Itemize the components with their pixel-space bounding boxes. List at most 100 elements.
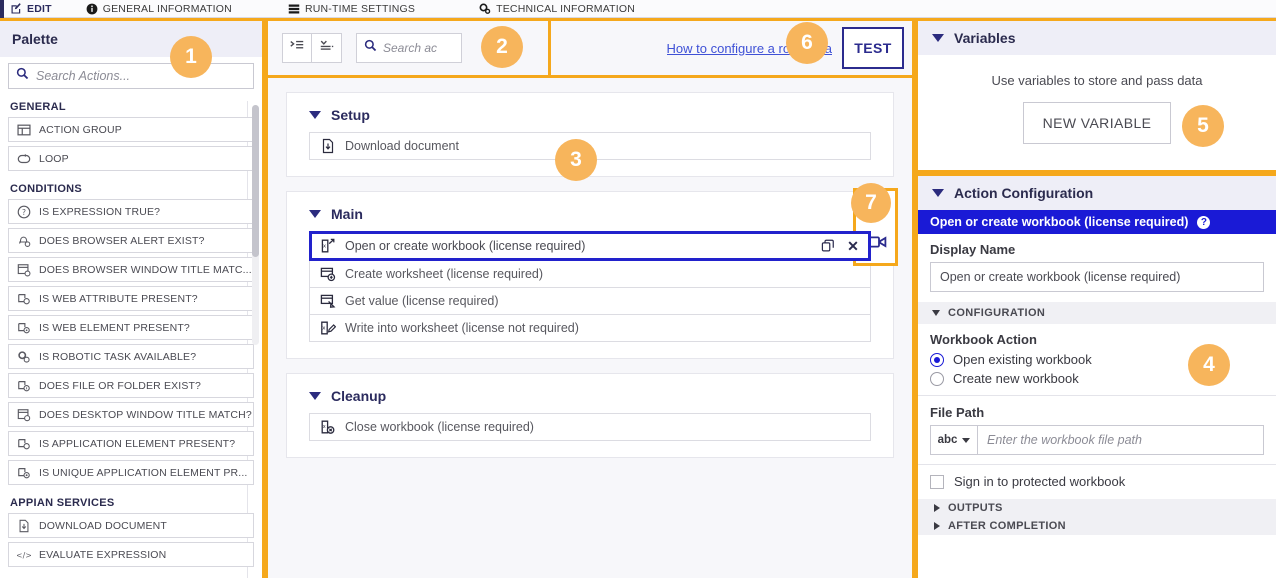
configuration-subsection-header[interactable]: CONFIGURATION — [918, 302, 1276, 324]
signin-protected-workbook-checkbox-row[interactable]: Sign in to protected workbook — [930, 474, 1264, 489]
nav-tab-technical-information[interactable]: TECHNICAL INFORMATION — [473, 0, 641, 18]
file-path-placeholder: Enter the workbook file path — [987, 433, 1142, 447]
expand-all-icon — [289, 38, 305, 59]
radio-button-selected-icon[interactable] — [930, 353, 944, 367]
caret-down-icon[interactable] — [932, 189, 944, 197]
nav-tab-general-information-label: GENERAL INFORMATION — [103, 3, 232, 15]
selected-action-name: Open or create workbook (license require… — [930, 215, 1188, 229]
palette-item-is-robotic-task-available[interactable]: IS ROBOTIC TASK AVAILABLE? — [8, 344, 254, 369]
nav-tab-general-information[interactable]: GENERAL INFORMATION — [80, 0, 238, 18]
signin-checkbox-label: Sign in to protected workbook — [954, 474, 1125, 489]
worksheet-write-icon: x — [320, 320, 336, 336]
action-row-write-into-worksheet[interactable]: x Write into worksheet (license not requ… — [309, 314, 871, 342]
palette-item-does-browser-window-title-match[interactable]: DOES BROWSER WINDOW TITLE MATC... — [8, 257, 254, 282]
caret-right-icon[interactable] — [934, 504, 940, 512]
search-icon — [364, 39, 377, 57]
caret-right-icon[interactable] — [934, 522, 940, 530]
caret-down-icon[interactable] — [932, 34, 944, 42]
checkbox-icon[interactable] — [930, 475, 944, 489]
after-completion-section-header[interactable]: AFTER COMPLETION — [918, 517, 1276, 535]
new-variable-button[interactable]: NEW VARIABLE — [1023, 102, 1171, 144]
nav-tab-runtime-settings[interactable]: RUN-TIME SETTINGS — [282, 0, 421, 18]
annotation-badge-6: 6 — [786, 22, 828, 64]
code-brackets-icon: </> — [17, 548, 31, 562]
palette-item-does-file-or-folder-exist[interactable]: DOES FILE OR FOLDER EXIST? — [8, 373, 254, 398]
annotation-badge-7: 7 — [851, 183, 891, 223]
nav-tab-runtime-settings-label: RUN-TIME SETTINGS — [305, 3, 415, 15]
palette-item-download-document[interactable]: DOWNLOAD DOCUMENT — [8, 513, 254, 538]
palette-item-is-expression-true[interactable]: ? IS EXPRESSION TRUE? — [8, 199, 254, 224]
expand-all-button[interactable] — [282, 33, 312, 63]
palette-item-does-desktop-window-title-match[interactable]: DOES DESKTOP WINDOW TITLE MATCH? — [8, 402, 254, 427]
collapse-all-button[interactable] — [312, 33, 342, 63]
annotation-badge-5: 5 — [1182, 105, 1224, 147]
palette-group-label: GENERAL — [8, 93, 254, 117]
caret-down-icon[interactable] — [932, 310, 940, 316]
display-name-value: Open or create workbook (license require… — [940, 270, 1180, 284]
action-row-label: Write into worksheet (license not requir… — [345, 321, 579, 335]
stack-layers-icon — [288, 3, 300, 15]
variables-empty-message: Use variables to store and pass data — [918, 73, 1276, 88]
palette-item-is-web-element-present[interactable]: IS WEB ELEMENT PRESENT? — [8, 315, 254, 340]
palette-panel: Palette Search Actions... GENERAL ACTION… — [0, 18, 265, 578]
caret-down-icon[interactable] — [309, 392, 321, 400]
nav-tab-edit[interactable]: EDIT — [4, 0, 58, 18]
robotic-task-editor: EDIT GENERAL INFORMATION RUN-TIME SETTIN… — [0, 0, 1276, 578]
gears-icon — [479, 3, 491, 15]
palette-item-loop[interactable]: LOOP — [8, 146, 254, 171]
outputs-section-header[interactable]: OUTPUTS — [918, 499, 1276, 517]
close-icon[interactable]: ✕ — [846, 239, 860, 253]
palette-item-label: ACTION GROUP — [39, 124, 122, 136]
palette-scrollbar[interactable] — [252, 105, 259, 345]
palette-item-label: IS EXPRESSION TRUE? — [39, 206, 160, 218]
action-configuration-header[interactable]: Action Configuration — [918, 176, 1276, 210]
palette-item-is-application-element-present[interactable]: IS APPLICATION ELEMENT PRESENT? — [8, 431, 254, 456]
action-row-close-workbook[interactable]: x Close workbook (license required) — [309, 413, 871, 441]
caret-down-icon[interactable] — [309, 111, 321, 119]
palette-search-placeholder: Search Actions... — [36, 69, 130, 83]
browser-window-clock-icon — [17, 263, 31, 277]
palette-item-does-browser-alert-exist[interactable]: DOES BROWSER ALERT EXIST? — [8, 228, 254, 253]
file-path-input[interactable]: Enter the workbook file path — [977, 425, 1264, 455]
section-main-header[interactable]: Main — [309, 206, 871, 222]
caret-down-icon[interactable] — [309, 210, 321, 218]
palette-search-input[interactable]: Search Actions... — [8, 63, 254, 89]
action-row-label: Open or create workbook (license require… — [345, 239, 585, 253]
section-cleanup-header[interactable]: Cleanup — [309, 388, 871, 404]
desktop-window-clock-icon — [17, 408, 31, 422]
variables-header[interactable]: Variables — [918, 21, 1276, 55]
action-row-label: Download document — [345, 139, 459, 153]
radio-button-icon[interactable] — [930, 372, 944, 386]
nav-tab-edit-label: EDIT — [27, 3, 52, 15]
action-group-icon — [17, 123, 31, 137]
section-cleanup-title: Cleanup — [331, 388, 386, 404]
copy-icon[interactable] — [821, 239, 835, 253]
test-button[interactable]: TEST — [842, 27, 904, 69]
annotation-badge-1: 1 — [170, 36, 212, 78]
annotation-badge-3: 3 — [555, 139, 597, 181]
palette-item-is-web-attribute-present[interactable]: IS WEB ATTRIBUTE PRESENT? — [8, 286, 254, 311]
palette-item-label: IS WEB ELEMENT PRESENT? — [39, 322, 190, 334]
get-value-icon — [320, 293, 336, 309]
action-row-get-value[interactable]: Get value (license required) — [309, 287, 871, 315]
info-circle-icon — [86, 3, 98, 15]
canvas-search-input[interactable]: Search ac — [356, 33, 462, 63]
svg-text:x: x — [323, 244, 327, 250]
file-path-type-dropdown[interactable]: abc — [930, 425, 977, 455]
palette-item-label: DOES FILE OR FOLDER EXIST? — [39, 380, 201, 392]
nav-tab-technical-information-label: TECHNICAL INFORMATION — [496, 3, 635, 15]
section-setup-header[interactable]: Setup — [309, 107, 871, 123]
action-row-open-or-create-workbook[interactable]: x Open or create workbook (license requi… — [309, 231, 871, 261]
action-row-create-worksheet[interactable]: Create worksheet (license required) — [309, 260, 871, 288]
palette-item-action-group[interactable]: ACTION GROUP — [8, 117, 254, 142]
display-name-input[interactable]: Open or create workbook (license require… — [930, 262, 1264, 292]
workbook-close-icon: x — [320, 419, 336, 435]
palette-action-list[interactable]: GENERAL ACTION GROUP LOOP CONDITIONS — [0, 93, 262, 578]
after-completion-label: AFTER COMPLETION — [948, 520, 1066, 532]
variables-panel: Variables Use variables to store and pas… — [915, 18, 1276, 173]
palette-item-is-unique-application-element-present[interactable]: IS UNIQUE APPLICATION ELEMENT PR... — [8, 460, 254, 485]
palette-item-evaluate-expression[interactable]: </> EVALUATE EXPRESSION — [8, 542, 254, 567]
palette-group-label: CONDITIONS — [8, 175, 254, 199]
chevron-down-icon — [962, 438, 970, 443]
help-circle-icon[interactable]: ? — [1197, 216, 1210, 229]
